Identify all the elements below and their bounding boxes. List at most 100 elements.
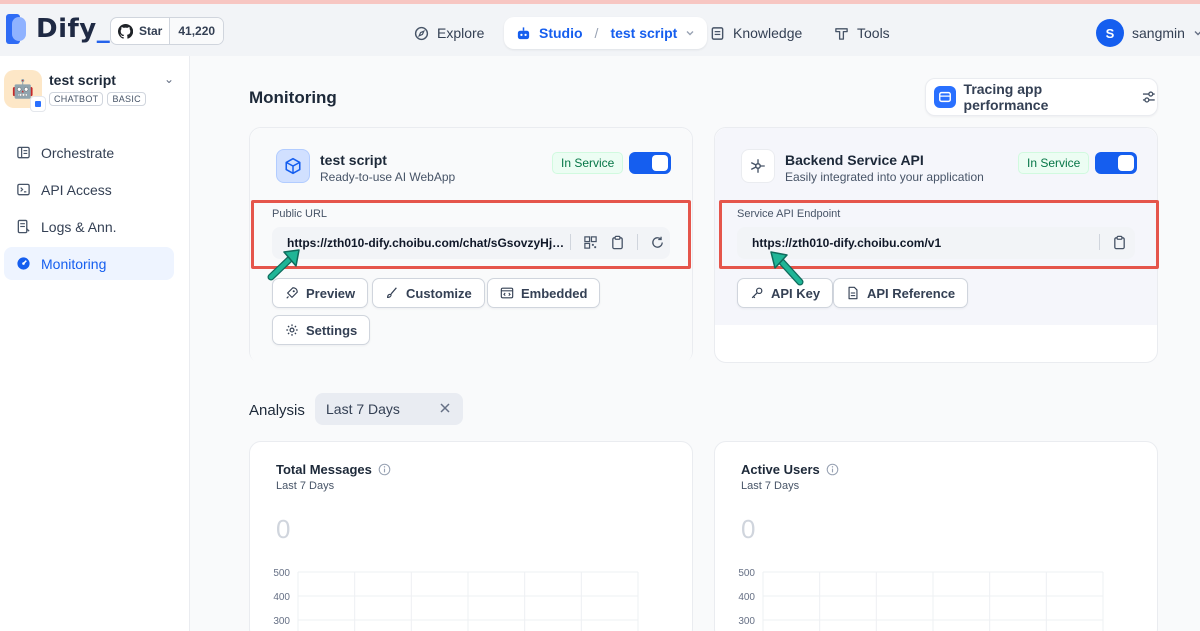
app-type-tag: CHATBOT [49, 92, 104, 106]
arrow-annotation-icon [267, 249, 300, 281]
embedded-button-label: Embedded [521, 285, 588, 301]
github-star-label: Star [139, 24, 163, 38]
api-reference-button-label: API Reference [867, 285, 956, 301]
chart-total-value: 0 [276, 514, 291, 544]
embedded-button[interactable]: Embedded [487, 278, 601, 308]
period-select[interactable]: Last 7 Days [315, 393, 463, 425]
status-badge: In Service [552, 152, 624, 174]
customize-button[interactable]: Customize [372, 278, 485, 308]
chart-total-value: 0 [741, 514, 756, 544]
sidebar-item-monitoring[interactable]: Monitoring [4, 247, 174, 280]
total-messages-plot: 500 400 300 [273, 568, 639, 631]
settings-button[interactable]: Settings [272, 315, 371, 345]
settings-button-label: Settings [306, 322, 358, 338]
chart-title: Active Users [741, 462, 820, 477]
chatbot-badge-icon [30, 96, 46, 112]
nav-knowledge-label: Knowledge [733, 25, 803, 41]
nav-studio[interactable]: Studio / test script [504, 17, 708, 49]
logo-text: Dify [36, 14, 97, 44]
monitoring-icon [17, 257, 30, 270]
user-menu[interactable]: S sangmin [1096, 19, 1200, 47]
github-star-widget[interactable]: Star 41,220 [110, 17, 225, 45]
info-icon[interactable] [826, 463, 839, 476]
compass-icon [414, 26, 429, 40]
y-tick-label: 300 [273, 616, 290, 627]
nav-explore-label: Explore [437, 25, 485, 41]
y-tick-label: 500 [738, 568, 755, 579]
nav-tools[interactable]: Tools [834, 17, 890, 49]
api-service-toggle[interactable] [1095, 152, 1137, 174]
status-badge: In Service [1018, 152, 1090, 174]
webapp-title: test script [320, 152, 387, 168]
active-users-card: Active Users Last 7 Days 0 500 400 300 [714, 441, 1158, 631]
y-tick-label: 400 [738, 592, 755, 603]
webapp-subtitle: Ready-to-use AI WebApp [320, 170, 456, 184]
app-switcher[interactable]: 🤖 test script ⌄ CHATBOT BASIC [4, 70, 182, 112]
api-icon [741, 149, 775, 183]
app-name: test script [49, 72, 116, 88]
active-users-plot: 500 400 300 [738, 568, 1104, 631]
terminal-icon [17, 183, 30, 196]
sidebar-item-label: Orchestrate [41, 144, 115, 161]
sidebar-item-label: Logs & Ann. [41, 218, 117, 235]
api-subtitle: Easily integrated into your application [785, 170, 984, 184]
sidebar-item-logs[interactable]: Logs & Ann. [4, 210, 174, 243]
user-name: sangmin [1132, 25, 1185, 41]
hammer-icon [835, 27, 848, 40]
y-tick-label: 300 [738, 616, 755, 627]
top-header: Dify_ Star 41,220 Explore Studio / test … [0, 4, 1200, 56]
page-title: Monitoring [249, 88, 337, 107]
sidebar: 🤖 test script ⌄ CHATBOT BASIC Orchestrat… [0, 56, 190, 631]
sidebar-item-label: API Access [41, 181, 112, 198]
avatar: S [1096, 19, 1124, 47]
chart-subtitle: Last 7 Days [276, 480, 335, 492]
chart-title: Total Messages [276, 462, 372, 477]
document-icon [848, 286, 858, 300]
dify-logo[interactable]: Dify_ [6, 14, 110, 44]
book-icon [711, 26, 724, 40]
robot-icon [517, 26, 530, 39]
nav-tools-label: Tools [857, 25, 890, 41]
nav-separator: / [594, 25, 599, 41]
chevron-down-icon[interactable]: ⌄ [164, 72, 174, 86]
api-title: Backend Service API [785, 152, 924, 168]
github-star-count: 41,220 [169, 18, 224, 44]
brush-icon [387, 287, 397, 298]
sidebar-item-api-access[interactable]: API Access [4, 173, 174, 206]
app-icon: 🤖 [4, 70, 46, 112]
api-reference-button[interactable]: API Reference [833, 278, 969, 308]
analysis-heading: Analysis [249, 402, 305, 419]
tracing-button[interactable]: Tracing app performance [925, 78, 1158, 116]
total-messages-card: Total Messages Last 7 Days 0 500 400 300 [249, 441, 693, 631]
y-tick-label: 500 [273, 568, 290, 579]
period-select-value: Last 7 Days [326, 401, 400, 417]
y-tick-label: 400 [273, 592, 290, 603]
orchestrate-icon [17, 146, 30, 159]
webapp-service-toggle[interactable] [629, 152, 671, 174]
tracing-app-icon [934, 86, 956, 108]
chevron-down-icon[interactable] [685, 28, 695, 38]
logo-underscore: _ [96, 14, 111, 44]
dify-logo-mark-icon [6, 14, 26, 44]
app-mode-tag: BASIC [107, 92, 146, 106]
chevron-down-icon [1194, 31, 1200, 36]
nav-knowledge[interactable]: Knowledge [710, 17, 802, 49]
chart-subtitle: Last 7 Days [741, 480, 800, 492]
close-icon[interactable] [437, 400, 453, 416]
tracing-label: Tracing app performance [963, 81, 1049, 113]
info-icon[interactable] [378, 463, 391, 476]
sidebar-item-label: Monitoring [41, 255, 107, 272]
customize-button-label: Customize [406, 285, 472, 301]
sidebar-menu: Orchestrate API Access Logs & Ann. Monit… [4, 136, 174, 284]
nav-studio-app-label: test script [610, 25, 678, 41]
sidebar-item-orchestrate[interactable]: Orchestrate [4, 136, 174, 169]
embed-icon [500, 287, 514, 299]
sliders-icon [1143, 91, 1156, 103]
github-icon [118, 23, 133, 39]
nav-studio-label: Studio [539, 25, 583, 41]
gear-icon [286, 324, 298, 336]
logs-icon [17, 219, 30, 234]
webapp-cube-icon [276, 149, 310, 183]
arrow-annotation-icon [770, 251, 804, 286]
nav-explore[interactable]: Explore [414, 17, 484, 49]
